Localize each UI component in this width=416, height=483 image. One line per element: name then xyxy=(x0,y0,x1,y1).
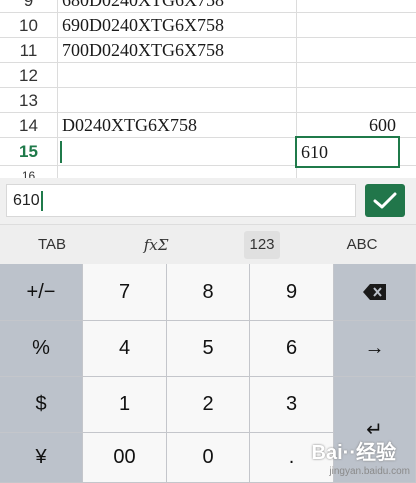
formula-input[interactable]: 610 xyxy=(6,184,356,217)
table-row[interactable]: 12 xyxy=(0,63,416,88)
table-row[interactable]: 14 D0240XTG6X758 600 xyxy=(0,113,416,138)
key-7-label: 7 xyxy=(118,280,131,303)
plus-minus-label: +/− xyxy=(26,280,56,303)
key-2-label: 2 xyxy=(202,393,214,415)
keyboard-mode-row: TAB fxΣ 123 ABC xyxy=(0,224,416,264)
dollar-key[interactable]: $ xyxy=(0,377,83,433)
row-number: 13 xyxy=(0,88,58,112)
row-number: 10 xyxy=(0,13,58,37)
key-0-label: 0 xyxy=(202,446,214,468)
backspace-icon xyxy=(362,284,386,300)
yen-label: ¥ xyxy=(35,446,47,468)
formula-bar: 610 xyxy=(0,178,416,224)
key-5[interactable]: 5 xyxy=(167,321,250,377)
cell-cursor xyxy=(60,141,62,163)
key-3-label: 3 xyxy=(285,393,298,415)
key-4-label: 4 xyxy=(118,337,131,359)
key-6-label: 6 xyxy=(285,337,298,359)
cell-a14[interactable]: D0240XTG6X758 xyxy=(62,113,197,137)
check-icon xyxy=(373,192,397,208)
table-row[interactable]: 13 xyxy=(0,88,416,113)
tab-key[interactable]: TAB xyxy=(20,231,84,259)
table-row[interactable]: 11 700D0240XTG6X758 xyxy=(0,38,416,63)
key-00[interactable]: 00 xyxy=(83,433,167,483)
key-6[interactable]: 6 xyxy=(250,321,334,377)
key-00-label: 00 xyxy=(113,446,136,468)
row-number-active: 15 xyxy=(0,138,58,165)
key-8[interactable]: 8 xyxy=(167,264,250,321)
cell-a11[interactable]: 700D0240XTG6X758 xyxy=(62,38,224,62)
key-3[interactable]: 3 xyxy=(250,377,334,433)
key-1[interactable]: 1 xyxy=(83,377,167,433)
key-9-label: 9 xyxy=(285,280,298,303)
arrow-right-icon: → xyxy=(364,337,385,359)
table-row[interactable]: 9 680D0240XTG6X758 xyxy=(0,0,416,13)
row-number: 14 xyxy=(0,113,58,137)
row-number: 9 xyxy=(0,0,58,12)
plus-minus-key[interactable]: +/− xyxy=(0,264,83,321)
formula-input-value: 610 xyxy=(13,192,40,209)
table-row[interactable]: 10 690D0240XTG6X758 xyxy=(0,13,416,38)
numeric-mode-tab[interactable]: 123 xyxy=(244,231,280,259)
row-number: 16 xyxy=(0,166,58,178)
key-2[interactable]: 2 xyxy=(167,377,250,433)
dollar-label: $ xyxy=(35,393,47,415)
arrow-right-key[interactable]: → xyxy=(334,321,416,377)
numeric-keypad: +/− % $ ¥ 7 8 9 4 5 6 1 2 3 00 0 . → ↵ B… xyxy=(0,264,416,483)
watermark-url: jingyan.baidu.com xyxy=(329,466,410,477)
text-caret xyxy=(40,190,43,211)
abc-mode-tab[interactable]: ABC xyxy=(330,231,394,259)
function-mode-tab[interactable]: fxΣ xyxy=(124,231,188,259)
cell-a9[interactable]: 680D0240XTG6X758 xyxy=(62,0,224,12)
key-dot-label: . xyxy=(288,446,295,468)
yen-key[interactable]: ¥ xyxy=(0,433,83,483)
row-number: 12 xyxy=(0,63,58,87)
key-0[interactable]: 0 xyxy=(167,433,250,483)
percent-label: % xyxy=(32,337,50,359)
key-4[interactable]: 4 xyxy=(83,321,167,377)
confirm-button[interactable] xyxy=(365,184,405,217)
row-number: 11 xyxy=(0,38,58,62)
cell-a10[interactable]: 690D0240XTG6X758 xyxy=(62,13,224,37)
spreadsheet-grid[interactable]: 9 680D0240XTG6X758 10 690D0240XTG6X758 1… xyxy=(0,0,416,178)
key-1-label: 1 xyxy=(118,393,131,415)
cell-d14[interactable]: 600 xyxy=(369,113,396,137)
active-cell[interactable]: 610 xyxy=(295,136,400,168)
key-7[interactable]: 7 xyxy=(83,264,167,321)
backspace-key[interactable] xyxy=(334,264,416,321)
key-9[interactable]: 9 xyxy=(250,264,334,321)
key-8-label: 8 xyxy=(202,280,214,303)
key-5-label: 5 xyxy=(202,337,214,359)
watermark-logo: Bai··经验 xyxy=(311,442,396,464)
percent-key[interactable]: % xyxy=(0,321,83,377)
